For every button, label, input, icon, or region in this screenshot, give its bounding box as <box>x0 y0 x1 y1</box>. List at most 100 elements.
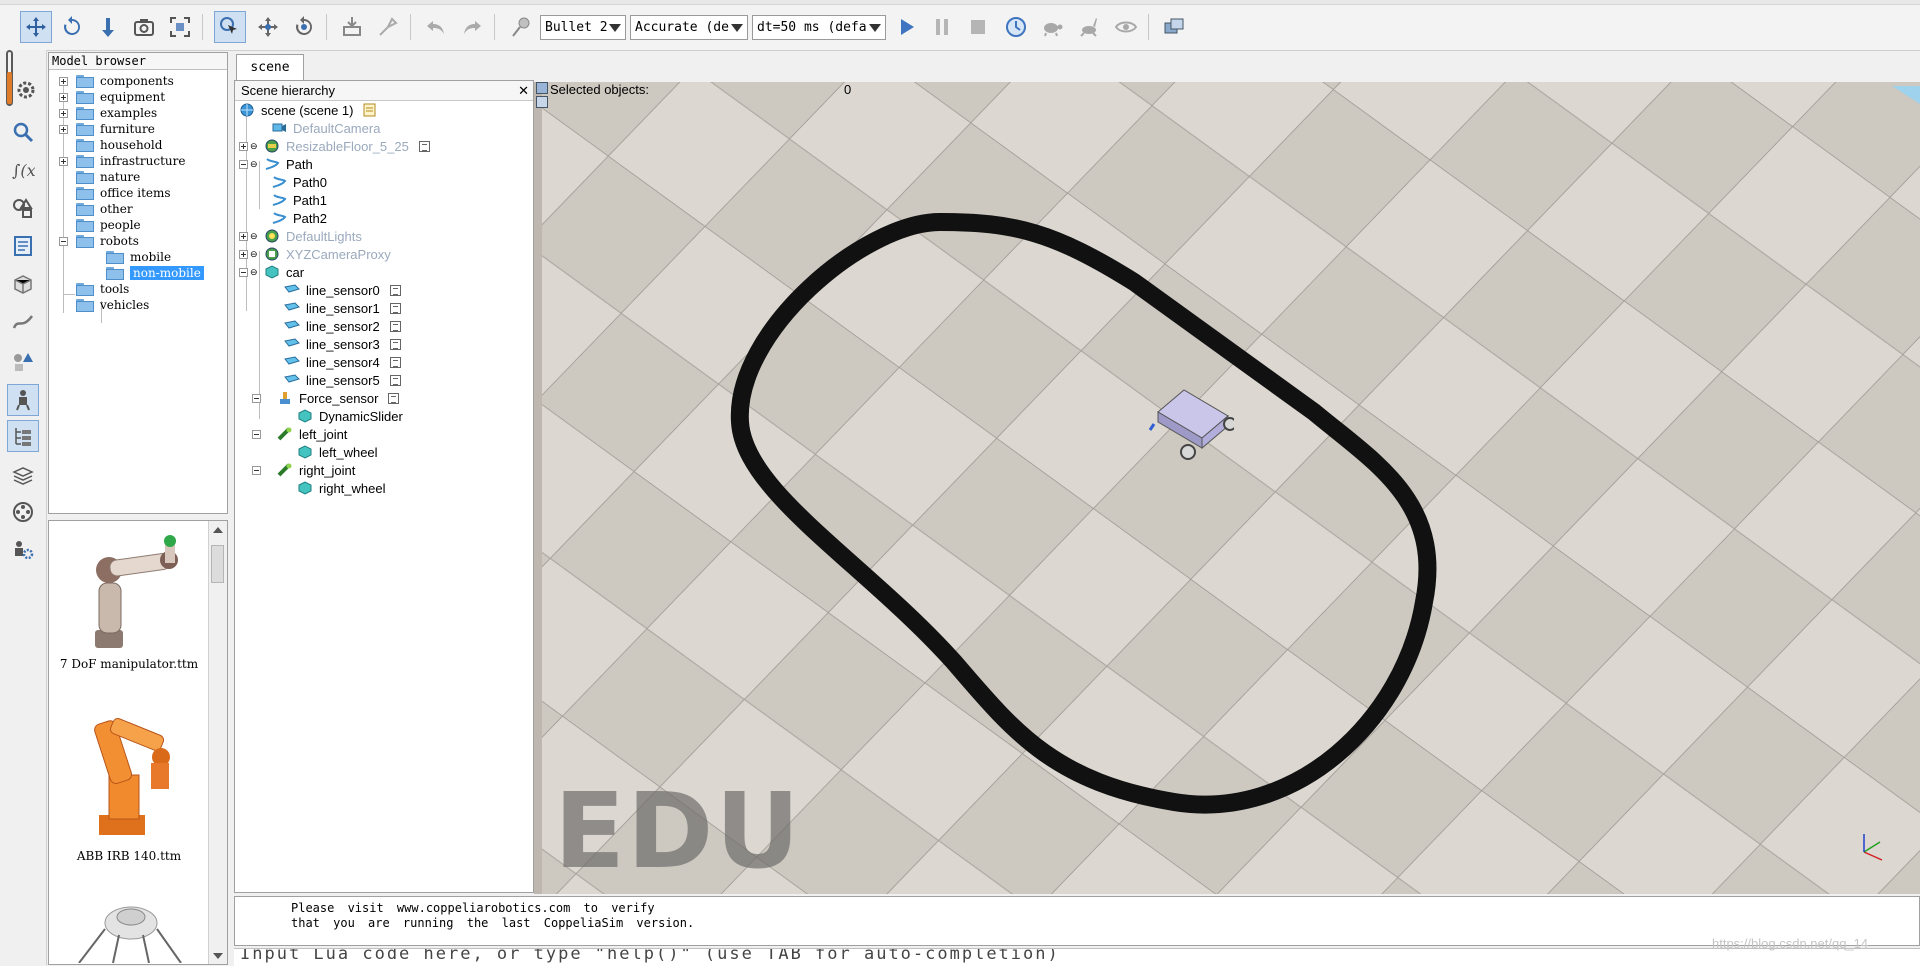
model-folder-vehicles[interactable]: vehicles <box>76 297 149 313</box>
expand-icon[interactable] <box>59 156 68 166</box>
fit-to-view-button[interactable] <box>164 11 196 43</box>
tab-scene[interactable]: scene <box>236 54 304 80</box>
scene-hierarchy-toggle-button[interactable] <box>7 384 39 416</box>
script-badge-icon[interactable] <box>389 284 401 296</box>
video-recorder-button[interactable] <box>7 496 39 528</box>
model-folder-robots[interactable]: robots <box>59 233 139 249</box>
model-folder-equipment[interactable]: equipment <box>59 89 165 105</box>
model-folder-office-items[interactable]: office items <box>76 185 171 201</box>
scroll-thumb[interactable] <box>211 545 224 583</box>
camera-shift-button[interactable] <box>92 11 124 43</box>
script-badge-icon[interactable] <box>389 302 401 314</box>
hierarchy-item-scene[interactable]: scene (scene 1) <box>239 101 384 119</box>
timestep-select[interactable]: dt=50 ms (defa <box>752 15 886 40</box>
hierarchy-item-line-sensor5[interactable]: line_sensor5 <box>284 371 401 389</box>
collapse-icon[interactable] <box>252 465 261 475</box>
pause-simulation-button[interactable] <box>926 11 958 43</box>
redo-button[interactable] <box>456 11 488 43</box>
script-badge-icon[interactable] <box>389 338 401 350</box>
car-model[interactable] <box>1144 382 1234 462</box>
script-badge-icon[interactable] <box>418 140 430 152</box>
script-badge-icon[interactable] <box>389 374 401 386</box>
calculation-modules-button[interactable]: ∫(x) <box>7 154 39 186</box>
model-folder-components[interactable]: components <box>59 73 174 89</box>
expand-icon[interactable] <box>239 231 248 241</box>
camera-angle-button[interactable] <box>128 11 160 43</box>
model-folder-nature[interactable]: nature <box>76 169 140 185</box>
scene-viewport[interactable]: Selected objects: 0 EDU <box>534 82 1920 894</box>
collapse-icon[interactable] <box>239 159 248 169</box>
camera-rotate-button[interactable] <box>56 11 88 43</box>
collections-button[interactable] <box>7 192 39 224</box>
transfer-dna-button[interactable] <box>372 11 404 43</box>
hierarchy-item-line-sensor1[interactable]: line_sensor1 <box>284 299 401 317</box>
scene-page-selector-button[interactable] <box>1158 11 1190 43</box>
visualization-toggle-button[interactable] <box>1110 11 1142 43</box>
model-folder-furniture[interactable]: furniture <box>59 121 155 137</box>
hierarchy-item-path0[interactable]: Path0 <box>271 173 327 191</box>
hierarchy-item-left-joint[interactable]: left_joint <box>252 425 347 443</box>
hierarchy-item-defaultcamera[interactable]: DefaultCamera <box>271 119 380 137</box>
model-folder-examples[interactable]: examples <box>59 105 157 121</box>
expand-icon[interactable] <box>59 76 68 86</box>
settings-button[interactable] <box>13 74 39 106</box>
hierarchy-item-line-sensor3[interactable]: line_sensor3 <box>284 335 401 353</box>
hierarchy-item-car[interactable]: ⊖ car <box>239 263 304 281</box>
object-rotate-button[interactable] <box>288 11 320 43</box>
hierarchy-item-xyzcameraproxy[interactable]: ⊖ XYZCameraProxy <box>239 245 391 263</box>
layers-button[interactable] <box>7 460 39 492</box>
slow-down-button[interactable] <box>1036 11 1068 43</box>
shape-edit-button[interactable] <box>7 268 39 300</box>
expand-icon[interactable] <box>59 92 68 102</box>
collapse-icon[interactable] <box>59 236 68 246</box>
hierarchy-item-line-sensor0[interactable]: line_sensor0 <box>284 281 401 299</box>
stop-simulation-button[interactable] <box>962 11 994 43</box>
lua-command-input[interactable]: Input Lua code here, or type "help()" (u… <box>234 948 1920 966</box>
model-folder-infrastructure[interactable]: infrastructure <box>59 153 185 169</box>
hierarchy-item-line-sensor4[interactable]: line_sensor4 <box>284 353 401 371</box>
model-folder-household[interactable]: household <box>76 137 162 153</box>
hierarchy-item-right-wheel[interactable]: right_wheel <box>297 479 386 497</box>
physics-engine-select[interactable]: Bullet 2 <box>540 15 626 40</box>
hierarchy-item-path1[interactable]: Path1 <box>271 191 327 209</box>
view-options-icon[interactable] <box>536 82 548 94</box>
expand-icon[interactable] <box>239 141 248 151</box>
undo-button[interactable] <box>420 11 452 43</box>
close-icon[interactable]: ✕ <box>518 81 529 100</box>
model-folder-people[interactable]: people <box>76 217 141 233</box>
collapse-icon[interactable] <box>252 429 261 439</box>
view-mode-icon[interactable] <box>536 96 548 108</box>
hierarchy-list-button[interactable] <box>7 420 39 452</box>
hierarchy-item-force-sensor[interactable]: Force_sensor <box>252 389 400 407</box>
expand-icon[interactable] <box>239 249 248 259</box>
expand-icon[interactable] <box>59 108 68 118</box>
hierarchy-item-path[interactable]: ⊖ Path <box>239 155 313 173</box>
hierarchy-item-right-joint[interactable]: right_joint <box>252 461 355 479</box>
hierarchy-item-defaultlights[interactable]: ⊖ DefaultLights <box>239 227 362 245</box>
hierarchy-item-line-sensor2[interactable]: line_sensor2 <box>284 317 401 335</box>
model-folder-tools[interactable]: tools <box>76 281 129 297</box>
click-select-button[interactable] <box>214 11 246 43</box>
script-badge-icon[interactable] <box>389 320 401 332</box>
script-badge-icon[interactable] <box>388 392 400 404</box>
hierarchy-item-dynamicslider[interactable]: DynamicSlider <box>297 407 403 425</box>
expand-icon[interactable] <box>59 124 68 134</box>
model-thumbnail-abb-irb-140[interactable] <box>69 705 189 845</box>
model-browser-toggle-button[interactable] <box>7 346 39 378</box>
hierarchy-item-resizablefloor[interactable]: ⊖ ResizableFloor_5_25 <box>239 137 430 155</box>
model-thumbnail-delta-robot[interactable] <box>69 893 189 963</box>
scripts-button[interactable] <box>7 230 39 262</box>
model-folder-other[interactable]: other <box>76 201 133 217</box>
object-shift-button[interactable] <box>252 11 284 43</box>
real-time-button[interactable] <box>1000 11 1032 43</box>
assemble-button[interactable] <box>336 11 368 43</box>
camera-pan-button[interactable] <box>20 11 52 43</box>
collapse-icon[interactable] <box>252 393 261 403</box>
user-settings-button[interactable] <box>7 534 39 566</box>
script-badge-icon[interactable] <box>389 356 401 368</box>
collapse-icon[interactable] <box>239 267 248 277</box>
model-thumbnail-7dof[interactable] <box>69 525 189 655</box>
engine-accuracy-select[interactable]: Accurate (de <box>630 15 748 40</box>
hierarchy-item-left-wheel[interactable]: left_wheel <box>297 443 378 461</box>
start-simulation-button[interactable] <box>890 11 922 43</box>
